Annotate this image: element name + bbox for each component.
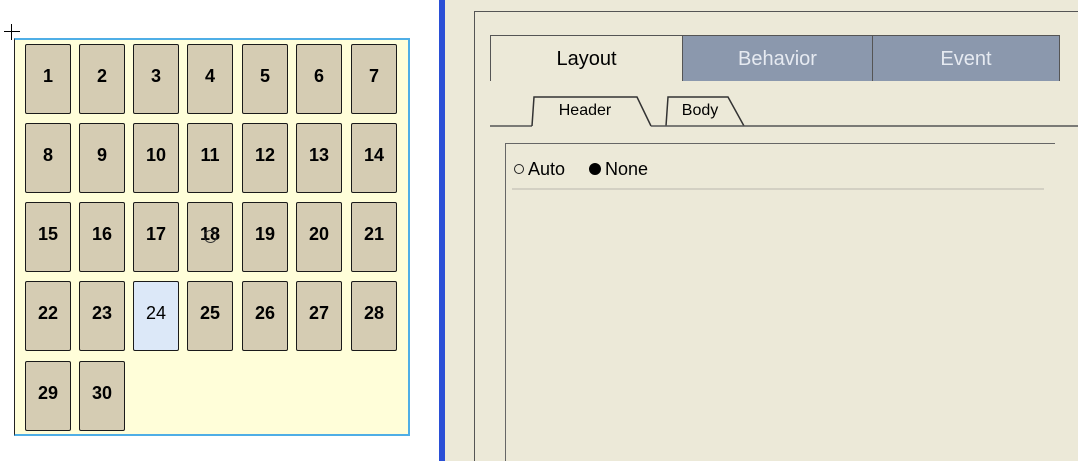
- calendar-day-cell[interactable]: 5: [242, 44, 288, 114]
- calendar-day-cell[interactable]: 11: [187, 123, 233, 193]
- calendar-day-cell[interactable]: 2: [79, 44, 125, 114]
- radio-checked-icon: [589, 163, 602, 175]
- calendar-day-cell[interactable]: 19: [242, 202, 288, 272]
- calendar-day-cell[interactable]: 7: [351, 44, 397, 114]
- header-mode-radio-group: Auto None: [514, 158, 672, 180]
- calendar-day-cell[interactable]: 27: [296, 281, 342, 351]
- calendar-day-cell[interactable]: 29: [25, 361, 71, 431]
- calendar-day-cell[interactable]: 17: [133, 202, 179, 272]
- calendar-day-cell[interactable]: 12: [242, 123, 288, 193]
- divider: [512, 188, 1044, 190]
- calendar-day-cell[interactable]: 30: [79, 361, 125, 431]
- calendar-day-cell[interactable]: 10: [133, 123, 179, 193]
- calendar-grid: 1 2 3 4 5 6 7 8 9 10 11 12 13 14 15 16 17 18 19 20 21 22 23 24 2…: [14, 38, 410, 436]
- calendar-day-cell[interactable]: 4: [187, 44, 233, 114]
- properties-panel: Layout Behavior Event Header Body Auto N…: [445, 0, 1078, 461]
- calendar-day-cell[interactable]: 9: [79, 123, 125, 193]
- calendar-day-cell[interactable]: 3: [133, 44, 179, 114]
- calendar-day-cell[interactable]: 21: [351, 202, 397, 272]
- calendar-day-cell[interactable]: 28: [351, 281, 397, 351]
- calendar-day-cell[interactable]: 26: [242, 281, 288, 351]
- mouse-cursor-icon: [204, 230, 217, 243]
- calendar-day-cell[interactable]: 23: [79, 281, 125, 351]
- subtab-body[interactable]: Body: [670, 97, 730, 127]
- radio-none-label: None: [605, 158, 649, 179]
- calendar-day-cell[interactable]: 13: [296, 123, 342, 193]
- radio-none[interactable]: None: [589, 159, 648, 180]
- calendar-day-cell[interactable]: 20: [296, 202, 342, 272]
- subtab-header[interactable]: Header: [536, 97, 634, 127]
- calendar-day-cell[interactable]: 6: [296, 44, 342, 114]
- calendar-day-cell[interactable]: 22: [25, 281, 71, 351]
- radio-auto[interactable]: Auto: [514, 159, 565, 180]
- calendar-day-cell[interactable]: 25: [187, 281, 233, 351]
- header-settings-pane: Auto None: [505, 143, 1055, 461]
- calendar-day-cell[interactable]: 14: [351, 123, 397, 193]
- radio-unchecked-icon: [514, 164, 524, 174]
- tab-layout[interactable]: Layout: [490, 35, 682, 81]
- calendar-day-cell[interactable]: 8: [25, 123, 71, 193]
- calendar-day-cell[interactable]: 24: [133, 281, 179, 351]
- radio-auto-label: Auto: [528, 158, 566, 179]
- sub-tab-bar: Header Body: [490, 81, 1078, 129]
- main-tab-bar: Layout Behavior Event: [490, 35, 1078, 81]
- tab-event[interactable]: Event: [872, 35, 1060, 81]
- calendar-day-cell[interactable]: 1: [25, 44, 71, 114]
- calendar-day-cell[interactable]: 15: [25, 202, 71, 272]
- calendar-day-cell[interactable]: 16: [79, 202, 125, 272]
- tab-behavior[interactable]: Behavior: [682, 35, 872, 81]
